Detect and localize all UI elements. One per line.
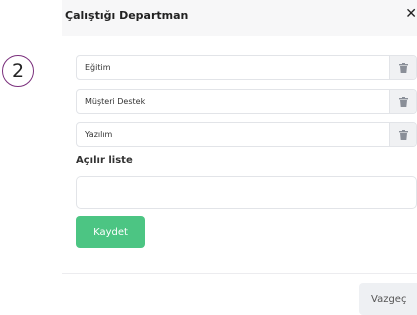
delete-button[interactable] bbox=[389, 123, 416, 146]
trash-icon bbox=[398, 62, 408, 73]
delete-button[interactable] bbox=[389, 90, 416, 113]
close-icon[interactable]: ✕ bbox=[405, 7, 417, 21]
modal-header: Çalıştığı Departman ✕ bbox=[62, 0, 417, 36]
trash-icon bbox=[398, 129, 408, 140]
trash-icon bbox=[398, 96, 408, 107]
footer-divider bbox=[62, 273, 417, 274]
department-input[interactable] bbox=[77, 123, 399, 146]
department-row bbox=[76, 89, 417, 114]
department-row bbox=[76, 122, 417, 147]
modal-title: Çalıştığı Departman bbox=[65, 9, 189, 22]
cancel-button[interactable]: Vazgeç bbox=[359, 283, 417, 315]
dropdown-label: Açılır liste bbox=[76, 155, 133, 166]
dropdown-select[interactable] bbox=[76, 176, 417, 209]
department-input[interactable] bbox=[77, 90, 399, 113]
delete-button[interactable] bbox=[389, 56, 416, 79]
department-input[interactable] bbox=[77, 56, 399, 79]
department-row bbox=[76, 55, 417, 80]
save-button[interactable]: Kaydet bbox=[76, 216, 145, 248]
department-modal: Çalıştığı Departman ✕ Eğitim Müşteri Des… bbox=[62, 0, 417, 315]
step-number-badge: 2 bbox=[2, 55, 34, 87]
